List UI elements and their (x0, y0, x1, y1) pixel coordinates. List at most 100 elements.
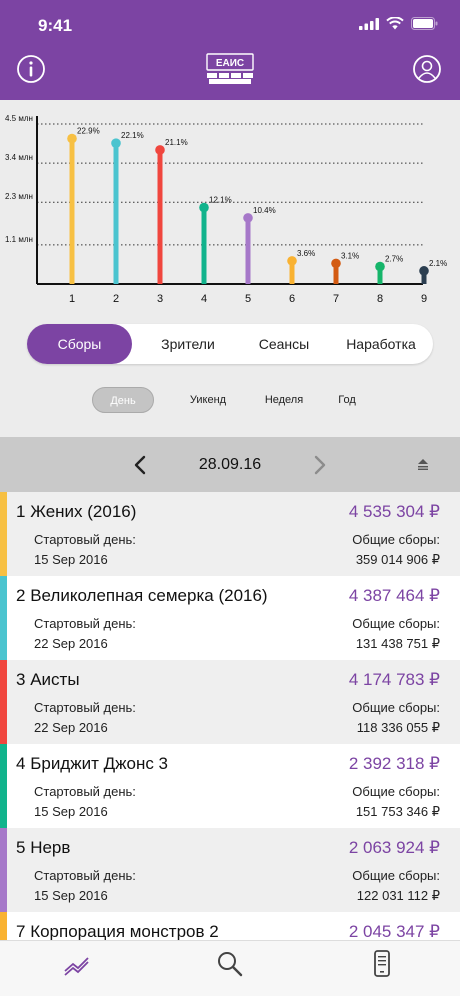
search-tab-icon[interactable] (215, 949, 245, 979)
tab-bar (0, 940, 460, 996)
logo-icon: ЕАИС (206, 53, 254, 84)
period-week[interactable]: Неделя (256, 387, 312, 413)
x-tick-label: 5 (245, 293, 251, 305)
movie-name: Аисты (30, 670, 80, 689)
x-tick-label: 2 (113, 293, 119, 305)
x-tick-label: 7 (333, 293, 339, 305)
movie-title: 1 Жених (2016) (16, 502, 136, 522)
daily-gross: 4 387 464 ₽ (348, 586, 440, 605)
app-header: 9:41 ЕАИС (0, 0, 460, 100)
total-gross-label: Общие сборы: (352, 700, 440, 715)
movie-list: 1 Жених (2016) 4 535 304 ₽ Стартовый день:… (0, 492, 460, 940)
movie-rank: 2 (16, 586, 26, 605)
wifi-icon (386, 17, 404, 30)
color-stripe (0, 660, 7, 744)
period-weekend[interactable]: Уикенд (180, 387, 236, 413)
x-tick-label: 1 (69, 293, 75, 305)
segment-gross[interactable]: Сборы (27, 324, 132, 364)
movie-title: 2 Великолепная семерка (2016) (16, 586, 268, 606)
list-item[interactable]: 2 Великолепная семерка (2016) 4 387 464 ₽… (0, 576, 460, 660)
segment-viewers[interactable]: Зрители (137, 324, 239, 364)
movie-title: 7 Корпорация монстров 2 (16, 922, 219, 940)
bar-marker (111, 138, 121, 148)
start-day-label: Стартовый день: (34, 784, 136, 799)
start-day-value: 15 Sep 2016 (34, 804, 108, 819)
y-tick-label: 3.4 млн (5, 153, 33, 162)
daily-gross: 4 174 783 ₽ (348, 670, 440, 689)
data-label: 3.1% (341, 251, 359, 260)
bar (245, 217, 251, 284)
data-label: 3.6% (297, 249, 315, 258)
total-gross-value: 151 753 346 ₽ (355, 804, 440, 819)
movie-rank: 7 (16, 922, 26, 940)
app-logo: ЕАИС (204, 52, 256, 88)
start-day-value: 22 Sep 2016 (34, 720, 108, 735)
chevron-right-icon[interactable] (312, 455, 328, 475)
list-item[interactable]: 3 Аисты 4 174 783 ₽ Стартовый день: 22 Sep … (0, 660, 460, 744)
daily-gross: 4 535 304 ₽ (348, 502, 440, 521)
current-date: 28.09.16 (198, 456, 262, 473)
bar (201, 207, 207, 284)
list-item[interactable]: 5 Нерв 2 063 924 ₽ Стартовый день: 15 Sep 2… (0, 828, 460, 912)
metric-selector: Сборы Зрители Сеансы Наработка (27, 324, 433, 364)
bar-marker (419, 266, 429, 276)
y-tick-label: 1.1 млн (5, 235, 33, 244)
bar-marker (243, 213, 253, 223)
x-tick-label: 9 (421, 293, 427, 305)
info-icon[interactable] (16, 54, 46, 84)
data-label: 22.1% (121, 131, 144, 140)
total-gross-value: 359 014 906 ₽ (355, 552, 440, 567)
chart-tab-icon[interactable] (62, 949, 92, 979)
list-item[interactable]: 4 Бриджит Джонс 3 2 392 318 ₽ Стартовый де… (0, 744, 460, 828)
x-tick-label: 3 (157, 293, 163, 305)
y-tick-label: 4.5 млн (5, 114, 33, 123)
sort-icon[interactable] (416, 457, 430, 471)
total-gross-label: Общие сборы: (352, 532, 440, 547)
total-gross-label: Общие сборы: (352, 868, 440, 883)
status-time: 9:41 (38, 16, 73, 35)
color-stripe (0, 576, 7, 660)
bar (113, 143, 119, 284)
y-tick-label: 2.3 млн (5, 192, 33, 201)
battery-icon (411, 17, 438, 30)
movie-name: Бриджит Джонс 3 (30, 754, 169, 773)
start-day-label: Стартовый день: (34, 868, 136, 883)
bar-marker (331, 258, 341, 269)
period-day[interactable]: День (92, 387, 154, 413)
data-label: 2.7% (385, 255, 403, 264)
list-item[interactable]: 1 Жених (2016) 4 535 304 ₽ Стартовый день:… (0, 492, 460, 576)
start-day-label: Стартовый день: (34, 700, 136, 715)
movie-name: Нерв (30, 838, 71, 857)
bar (69, 138, 75, 284)
total-gross-value: 131 438 751 ₽ (355, 636, 440, 651)
box-office-chart: 1.1 млн2.3 млн3.4 млн4.5 млн22.9%122.1%2… (5, 114, 447, 305)
bar-marker (155, 145, 165, 155)
x-tick-label: 6 (289, 293, 295, 305)
movie-rank: 1 (16, 502, 26, 521)
segment-sessions[interactable]: Сеансы (239, 324, 329, 364)
movie-title: 5 Нерв (16, 838, 70, 858)
movie-rank: 4 (16, 754, 26, 773)
segment-runtime[interactable]: Наработка (329, 324, 433, 364)
period-year[interactable]: Год (327, 387, 367, 413)
daily-gross: 2 045 347 ₽ (348, 922, 440, 940)
daily-gross: 2 392 318 ₽ (348, 754, 440, 773)
start-day-label: Стартовый день: (34, 532, 136, 547)
color-stripe (0, 492, 7, 576)
period-selector: День Уикенд Неделя Год (0, 387, 460, 413)
movie-title: 3 Аисты (16, 670, 80, 690)
bar-marker (375, 261, 385, 272)
data-label: 10.4% (253, 206, 276, 215)
start-day-label: Стартовый день: (34, 616, 136, 631)
x-tick-label: 8 (377, 293, 383, 305)
status-icons (359, 17, 438, 30)
total-gross-label: Общие сборы: (352, 784, 440, 799)
date-navigator: 28.09.16 (0, 437, 460, 492)
list-item[interactable]: 7 Корпорация монстров 22 045 347 ₽Старто… (0, 912, 460, 940)
device-tab-icon[interactable] (367, 949, 397, 979)
daily-gross: 2 063 924 ₽ (348, 838, 440, 857)
profile-icon[interactable] (412, 54, 442, 84)
color-stripe (0, 744, 7, 828)
data-label: 21.1% (165, 138, 188, 147)
movie-name: Великолепная семерка (2016) (30, 586, 268, 605)
